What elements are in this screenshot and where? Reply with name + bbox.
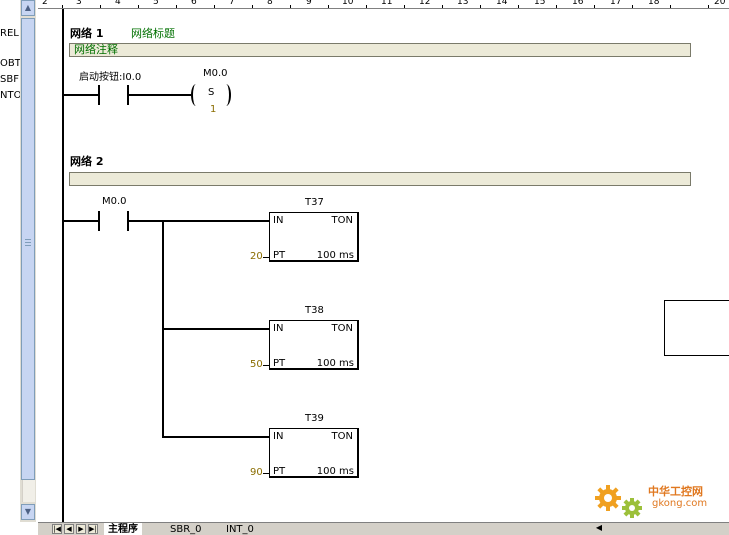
floating-panel-box	[664, 300, 729, 356]
timer-pt-value[interactable]: 50	[250, 359, 263, 370]
timer-type: TON	[331, 323, 353, 334]
ruler-number: 20	[714, 0, 726, 7]
rung-wire	[64, 94, 98, 96]
timer-in-pin: IN	[273, 215, 284, 226]
tree-item[interactable]: SBF	[0, 74, 19, 85]
ruler-number: 17	[610, 0, 622, 7]
timer-pt-value[interactable]: 90	[250, 467, 263, 478]
next-tab-icon[interactable]: ▶	[76, 524, 86, 534]
ruler-number: 5	[153, 0, 159, 7]
pt-wire	[263, 473, 269, 474]
ruler-number: 8	[267, 0, 273, 7]
scroll-down-arrow-icon[interactable]: ▼	[21, 504, 35, 520]
tree-item[interactable]: REL	[0, 28, 19, 39]
watermark-text-cn: 中华工控网	[648, 485, 703, 498]
contact-label-m0-0: M0.0	[102, 196, 127, 207]
branch-wire	[162, 436, 269, 438]
ruler-number: 13	[457, 0, 469, 7]
left-power-rail	[62, 9, 64, 522]
timer-pt-value[interactable]: 20	[250, 251, 263, 262]
coil-operand: M0.0	[203, 68, 228, 79]
ruler-number: 9	[306, 0, 312, 7]
ruler-number: 10	[342, 0, 354, 7]
ruler-number: 6	[191, 0, 197, 7]
rung-wire	[129, 94, 191, 96]
branch-wire	[162, 328, 269, 330]
tab-main-program[interactable]: 主程序	[104, 523, 142, 535]
ruler-number: 12	[419, 0, 431, 7]
contact-label-start-button: 启动按钮:I0.0	[79, 72, 142, 83]
timer-base: 100 ms	[316, 358, 354, 369]
timer-name: T38	[305, 305, 324, 316]
ladder-editor[interactable]	[38, 9, 729, 522]
network-2-title[interactable]: 网络 2	[70, 153, 103, 169]
network-1-comment[interactable]: 网络注释	[69, 43, 691, 57]
timer-pt-pin: PT	[273, 250, 286, 261]
vertical-scrollbar[interactable]: ▲ ▼	[20, 0, 36, 522]
timer-name: T37	[305, 197, 324, 208]
tab-sbr-0[interactable]: SBR_0	[166, 523, 206, 535]
timer-in-pin: IN	[273, 431, 284, 442]
ruler-number: 3	[76, 0, 82, 7]
rung-wire	[64, 220, 98, 222]
timer-pt-pin: PT	[273, 466, 286, 477]
ruler-number: 16	[572, 0, 584, 7]
coil-type: S	[208, 87, 215, 98]
ruler-number: 11	[381, 0, 393, 7]
timer-pt-pin: PT	[273, 358, 286, 369]
timer-block-t39[interactable]: IN TON PT 100 ms	[269, 428, 359, 478]
tab-int-0[interactable]: INT_0	[222, 523, 258, 535]
ruler-number: 18	[648, 0, 660, 7]
pt-wire	[263, 365, 269, 366]
ruler-number: 4	[115, 0, 121, 7]
network-2-comment[interactable]	[69, 172, 691, 186]
timer-base: 100 ms	[316, 466, 354, 477]
contact-left-bar[interactable]	[98, 85, 100, 105]
timer-block-t37[interactable]: IN TON PT 100 ms	[269, 212, 359, 262]
project-tree-strip: REL OBT SBF NTO	[0, 0, 20, 534]
pt-wire	[263, 257, 269, 258]
contact-left-bar[interactable]	[98, 211, 100, 231]
column-ruler: 2 3 4 5 6 7 8 9 10 11 12 13 14 15 16 17 …	[38, 0, 729, 9]
watermark-text-domain: gkong.com	[652, 498, 708, 509]
tree-item[interactable]: OBT	[0, 58, 20, 69]
rung-wire	[129, 220, 269, 222]
network-1-title[interactable]: 网络 1	[70, 25, 103, 41]
timer-name: T39	[305, 413, 324, 424]
last-tab-icon[interactable]: ▶|	[88, 524, 98, 534]
ruler-number: 2	[42, 0, 48, 7]
scroll-up-arrow-icon[interactable]: ▲	[21, 0, 35, 16]
tree-item[interactable]: NTO	[0, 90, 20, 101]
first-tab-icon[interactable]: |◀	[52, 524, 62, 534]
timer-block-t38[interactable]: IN TON PT 100 ms	[269, 320, 359, 370]
scroll-left-arrow-icon[interactable]: ◀	[594, 524, 604, 534]
watermark-logo: 中华工控网 gkong.com	[592, 478, 722, 524]
timer-in-pin: IN	[273, 323, 284, 334]
prev-tab-icon[interactable]: ◀	[64, 524, 74, 534]
gear-logo-icon	[595, 485, 642, 518]
timer-type: TON	[331, 215, 353, 226]
timer-base: 100 ms	[316, 250, 354, 261]
coil-count: 1	[210, 104, 217, 115]
ruler-number: 14	[496, 0, 508, 7]
ruler-number: 15	[534, 0, 546, 7]
timer-type: TON	[331, 431, 353, 442]
scroll-thumb[interactable]	[21, 18, 35, 480]
ruler-number: 7	[229, 0, 235, 7]
network-1-header[interactable]: 网络标题	[131, 25, 175, 41]
